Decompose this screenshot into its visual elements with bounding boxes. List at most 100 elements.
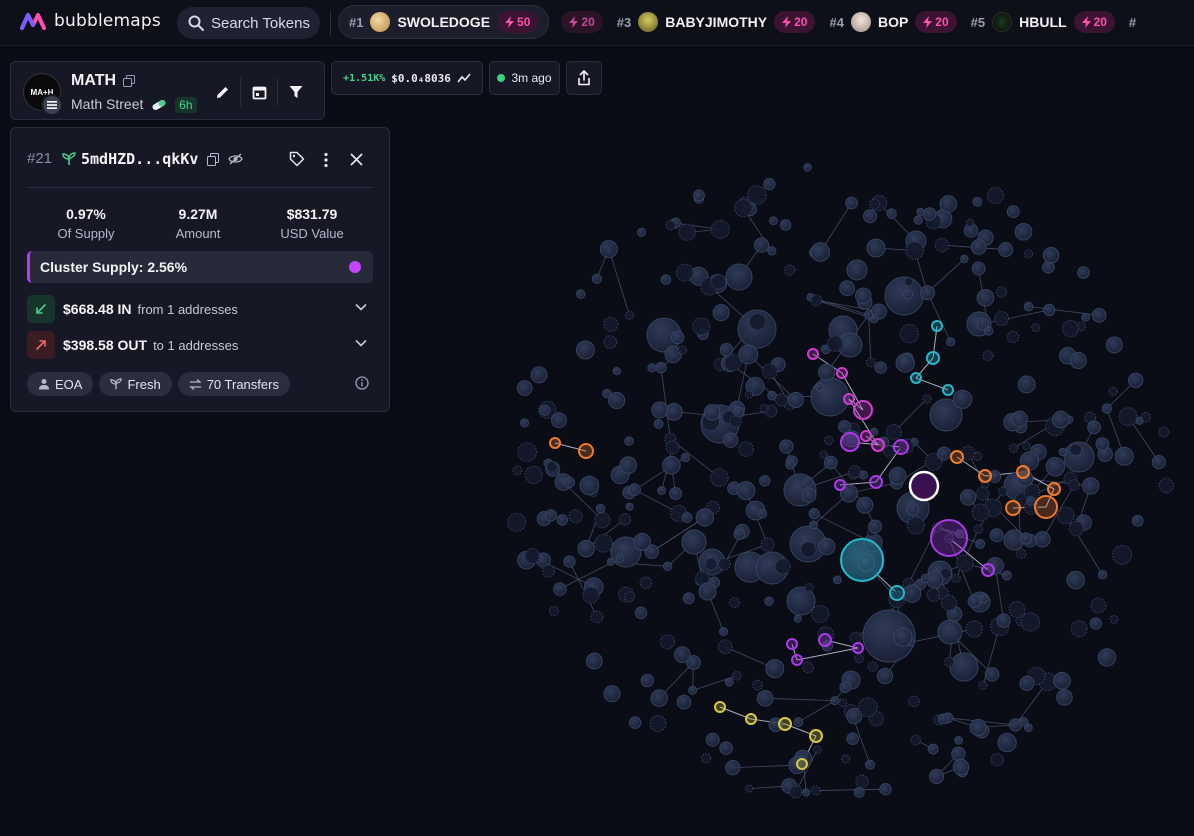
graph-node[interactable] — [760, 537, 775, 552]
graph-node[interactable] — [1051, 410, 1070, 429]
graph-node[interactable] — [507, 512, 527, 532]
graph-node[interactable] — [959, 489, 977, 506]
graph-node[interactable] — [810, 242, 830, 262]
graph-node[interactable] — [830, 696, 840, 706]
graph-node[interactable] — [953, 389, 973, 409]
graph-node[interactable] — [1009, 443, 1019, 453]
graph-node[interactable] — [682, 592, 695, 605]
graph-node-clustered[interactable] — [926, 351, 940, 365]
graph-node-clustered[interactable] — [871, 438, 885, 452]
graph-node[interactable] — [662, 456, 681, 475]
search-tokens-button[interactable]: Search Tokens — [177, 7, 320, 39]
graph-node[interactable] — [1031, 323, 1041, 333]
graph-node[interactable] — [1091, 308, 1107, 323]
graph-node[interactable] — [998, 242, 1014, 257]
graph-node[interactable] — [1017, 375, 1036, 394]
graph-node[interactable] — [1089, 617, 1102, 630]
graph-node[interactable] — [810, 785, 821, 796]
graph-node-clustered[interactable] — [578, 443, 594, 459]
graph-node[interactable] — [818, 537, 836, 556]
graph-node[interactable] — [744, 784, 754, 793]
graph-node[interactable] — [838, 420, 851, 433]
graph-node[interactable] — [591, 273, 602, 284]
graph-node[interactable] — [704, 557, 718, 571]
graph-node[interactable] — [625, 502, 634, 511]
graph-node[interactable] — [553, 582, 567, 596]
graph-node[interactable] — [606, 557, 615, 566]
graph-node[interactable] — [810, 294, 823, 307]
graph-node[interactable] — [724, 677, 734, 687]
graph-node[interactable] — [1022, 441, 1031, 451]
graph-node[interactable] — [969, 718, 987, 736]
calendar-button[interactable] — [240, 78, 277, 106]
graph-node[interactable] — [785, 459, 796, 470]
graph-node[interactable] — [724, 353, 742, 372]
graph-node[interactable] — [675, 263, 694, 282]
graph-node[interactable] — [608, 391, 626, 410]
graph-node[interactable] — [854, 653, 864, 664]
graph-node[interactable] — [995, 286, 1008, 298]
graph-node[interactable] — [1045, 457, 1066, 477]
graph-node[interactable] — [1026, 496, 1036, 507]
graph-node[interactable] — [996, 613, 1011, 628]
graph-node[interactable] — [603, 685, 621, 703]
graph-node[interactable] — [1019, 532, 1032, 545]
trending-item-4[interactable]: #4 BOP 20 — [829, 5, 957, 39]
graph-node[interactable] — [748, 312, 767, 331]
graph-node-clustered[interactable] — [1005, 500, 1021, 516]
graph-node[interactable] — [922, 394, 932, 404]
tag-transfers[interactable]: 70 Transfers — [177, 372, 290, 396]
graph-node[interactable] — [940, 594, 958, 612]
graph-node[interactable] — [575, 289, 586, 299]
graph-node-clustered[interactable] — [778, 717, 792, 731]
graph-node[interactable] — [700, 753, 712, 764]
graph-node[interactable] — [624, 310, 635, 320]
graph-node[interactable] — [681, 512, 693, 523]
graph-node[interactable] — [519, 418, 530, 428]
graph-node[interactable] — [595, 503, 606, 514]
graph-node[interactable] — [867, 661, 878, 672]
graph-node[interactable] — [736, 481, 756, 501]
graph-node[interactable] — [1087, 420, 1101, 435]
graph-node[interactable] — [1069, 443, 1082, 456]
graph-node[interactable] — [548, 606, 559, 617]
graph-node[interactable] — [853, 786, 865, 798]
graph-node[interactable] — [710, 274, 727, 290]
graph-node[interactable] — [906, 503, 920, 516]
graph-node[interactable] — [516, 380, 533, 396]
graph-node[interactable] — [1042, 246, 1060, 264]
graph-node[interactable] — [879, 783, 892, 796]
graph-node[interactable] — [619, 456, 637, 474]
close-icon[interactable] — [350, 153, 363, 166]
graph-node[interactable] — [819, 450, 828, 459]
graph-node[interactable] — [628, 483, 641, 496]
graph-node[interactable] — [856, 496, 874, 514]
graph-node[interactable] — [846, 732, 860, 745]
graph-node[interactable] — [634, 606, 648, 620]
graph-node[interactable] — [945, 337, 956, 347]
graph-node[interactable] — [723, 432, 739, 448]
graph-node[interactable] — [954, 735, 963, 745]
graph-node[interactable] — [753, 237, 770, 253]
graph-node[interactable] — [615, 553, 625, 563]
graph-node[interactable] — [840, 754, 851, 764]
graph-node[interactable] — [1101, 403, 1112, 414]
graph-node[interactable] — [970, 239, 987, 255]
trending-item-3[interactable]: #3 BABYJIMOTHY 20 — [617, 5, 816, 39]
graph-node[interactable] — [818, 363, 836, 381]
graph-node[interactable] — [839, 681, 851, 693]
graph-node[interactable] — [906, 516, 925, 535]
graph-node[interactable] — [664, 402, 683, 421]
graph-node[interactable] — [582, 586, 600, 604]
graph-node[interactable] — [662, 561, 673, 572]
graph-node[interactable] — [869, 198, 881, 210]
graph-node[interactable] — [876, 667, 894, 685]
cluster-supply-bar[interactable]: Cluster Supply: 2.56% — [27, 251, 373, 283]
graph-node[interactable] — [802, 661, 814, 674]
graph-node[interactable] — [674, 646, 691, 663]
graph-node[interactable] — [920, 285, 935, 301]
graph-node[interactable] — [1024, 249, 1034, 259]
graph-node-clustered[interactable] — [714, 701, 726, 713]
graph-node[interactable] — [1108, 386, 1118, 396]
graph-node[interactable] — [594, 533, 614, 553]
